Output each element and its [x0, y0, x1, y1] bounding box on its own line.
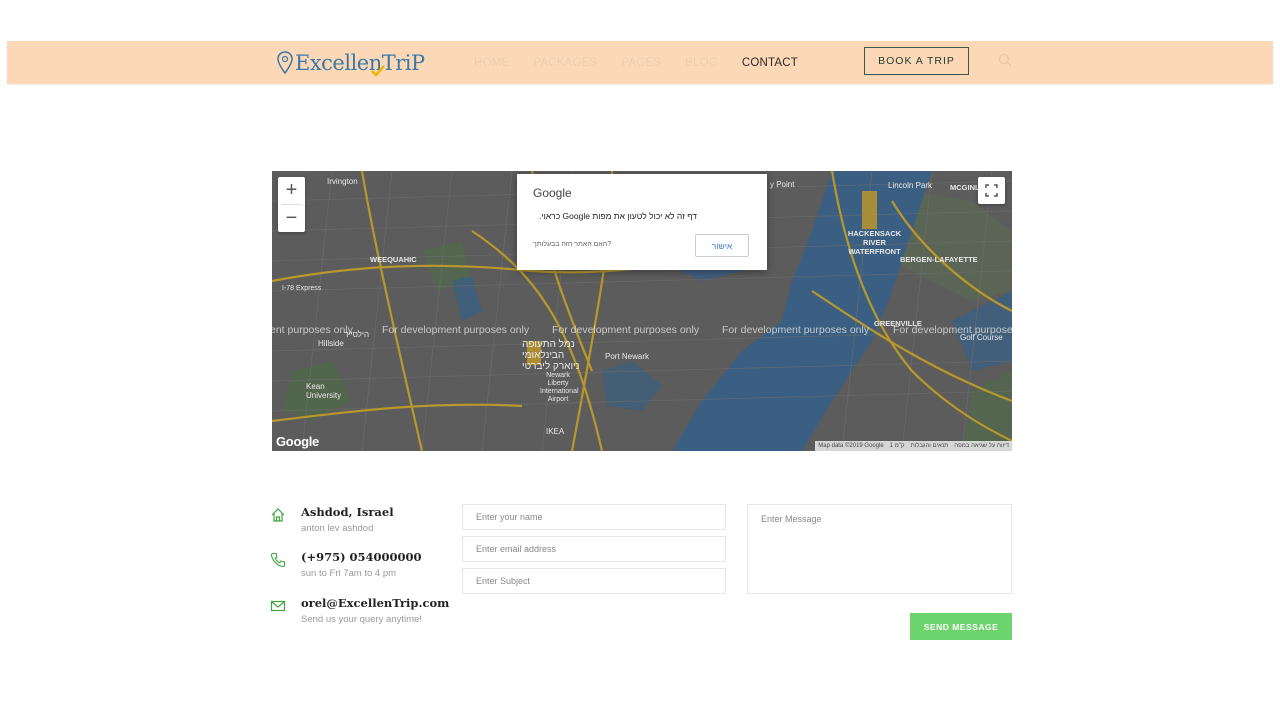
- map-pin-icon: [277, 51, 293, 75]
- watermark-text: ent purposes only: [272, 324, 353, 336]
- dev-watermark: ent purposes only For development purpos…: [272, 324, 1012, 338]
- map-label: Newark Liberty International Airport: [540, 372, 579, 403]
- home-icon: [271, 508, 285, 522]
- book-a-trip-button[interactable]: BOOK A TRIP: [864, 47, 969, 75]
- name-input[interactable]: Enter your name: [462, 504, 726, 530]
- map-label: BERGEN-LAFAYETTE: [900, 255, 978, 264]
- map-label: I-78 Express: [282, 285, 322, 292]
- map-label: Hillside: [318, 339, 344, 348]
- phone-info: (+975) 054000000 sun to Fri 7am to 4 pm: [270, 550, 422, 579]
- subject-input[interactable]: Enter Subject: [462, 568, 726, 594]
- email-subtitle: Send us your query anytime!: [301, 614, 422, 625]
- email-input[interactable]: Enter email address: [462, 536, 726, 562]
- logo[interactable]: ExcellenTriP: [277, 47, 425, 79]
- map-label dark: נמל התעופה הבינלאומי ניוארק ליברטי: [522, 339, 580, 372]
- map-footer: Map data ©2019 Google 1 ק"מ תנאים והגבלו…: [815, 441, 1012, 451]
- dialog-brand: Google: [533, 186, 572, 200]
- map-label: Kean University: [306, 382, 342, 400]
- watermark-text: For development purposes only: [382, 324, 530, 336]
- checkmark-icon: [371, 65, 385, 77]
- zoom-control: + −: [278, 177, 305, 232]
- nav-home[interactable]: HOME: [474, 57, 509, 69]
- address-title: Ashdod, Israel: [301, 505, 394, 519]
- nav-blog[interactable]: BLOG: [685, 57, 718, 69]
- nav-pages[interactable]: PAGES: [621, 57, 661, 69]
- email-info: orel@ExcellenTrip.com Send us your query…: [270, 596, 449, 625]
- zoom-in-button[interactable]: +: [278, 177, 305, 204]
- address-subtitle: anton lev ashdod: [301, 523, 374, 534]
- fullscreen-icon: [985, 184, 998, 197]
- address-info: Ashdod, Israel anton lev ashdod: [270, 505, 394, 534]
- zoom-out-button[interactable]: −: [278, 205, 305, 232]
- map-label: Lincoln Park: [888, 181, 933, 190]
- fullscreen-button[interactable]: [978, 177, 1005, 204]
- google-logo: Google: [276, 434, 319, 449]
- main-nav: HOME PACKAGES PAGES BLOG CONTACT: [474, 41, 798, 84]
- dialog-ok-button[interactable]: אישור: [695, 234, 749, 257]
- phone-icon: [270, 552, 286, 568]
- logo-text: ExcellenTriP: [295, 51, 425, 75]
- nav-packages[interactable]: PACKAGES: [533, 57, 597, 69]
- watermark-text: For development purposes only: [722, 324, 870, 336]
- map-label: WEEQUAHIC: [370, 255, 417, 264]
- dialog-question-link[interactable]: האם האתר הזה בבעלותך?: [533, 241, 611, 248]
- google-map[interactable]: Irvington WEEQUAHIC I-78 Express Hillsid…: [272, 171, 1012, 451]
- map-terms-link[interactable]: תנאים והגבלות: [911, 443, 949, 449]
- phone-subtitle: sun to Fri 7am to 4 pm: [301, 568, 397, 579]
- envelope-icon: [270, 600, 286, 612]
- watermark-text: For development purposes only: [552, 324, 700, 336]
- site-header: ExcellenTriP HOME PACKAGES PAGES BLOG CO…: [7, 41, 1273, 84]
- nav-contact[interactable]: CONTACT: [742, 57, 798, 69]
- map-label: Port Newark: [605, 352, 650, 361]
- page: ExcellenTriP HOME PACKAGES PAGES BLOG CO…: [0, 0, 1280, 720]
- map-label: y Point: [770, 180, 795, 189]
- send-message-button[interactable]: SEND MESSAGE: [910, 613, 1012, 640]
- map-label: IKEA: [546, 427, 565, 436]
- map-scale: 1 ק"מ: [889, 443, 905, 449]
- map-label: Irvington: [327, 177, 358, 186]
- map-data-credit: Map data ©2019 Google: [818, 443, 884, 449]
- map-report-link[interactable]: דיווח על שגיאה במפה: [954, 443, 1009, 449]
- message-textarea[interactable]: Enter Message: [747, 504, 1012, 594]
- phone-title: (+975) 054000000: [301, 550, 422, 564]
- watermark-text: For development purposes: [893, 324, 1012, 336]
- map-label: HACKENSACK RIVER WATERFRONT: [847, 229, 902, 256]
- map-error-dialog: Google דף זה לא יכול לטעון את מפות Googl…: [517, 174, 767, 270]
- search-icon[interactable]: [998, 53, 1012, 67]
- dialog-message: דף זה לא יכול לטעון את מפות Google כראוי…: [539, 211, 697, 221]
- email-title: orel@ExcellenTrip.com: [301, 596, 450, 610]
